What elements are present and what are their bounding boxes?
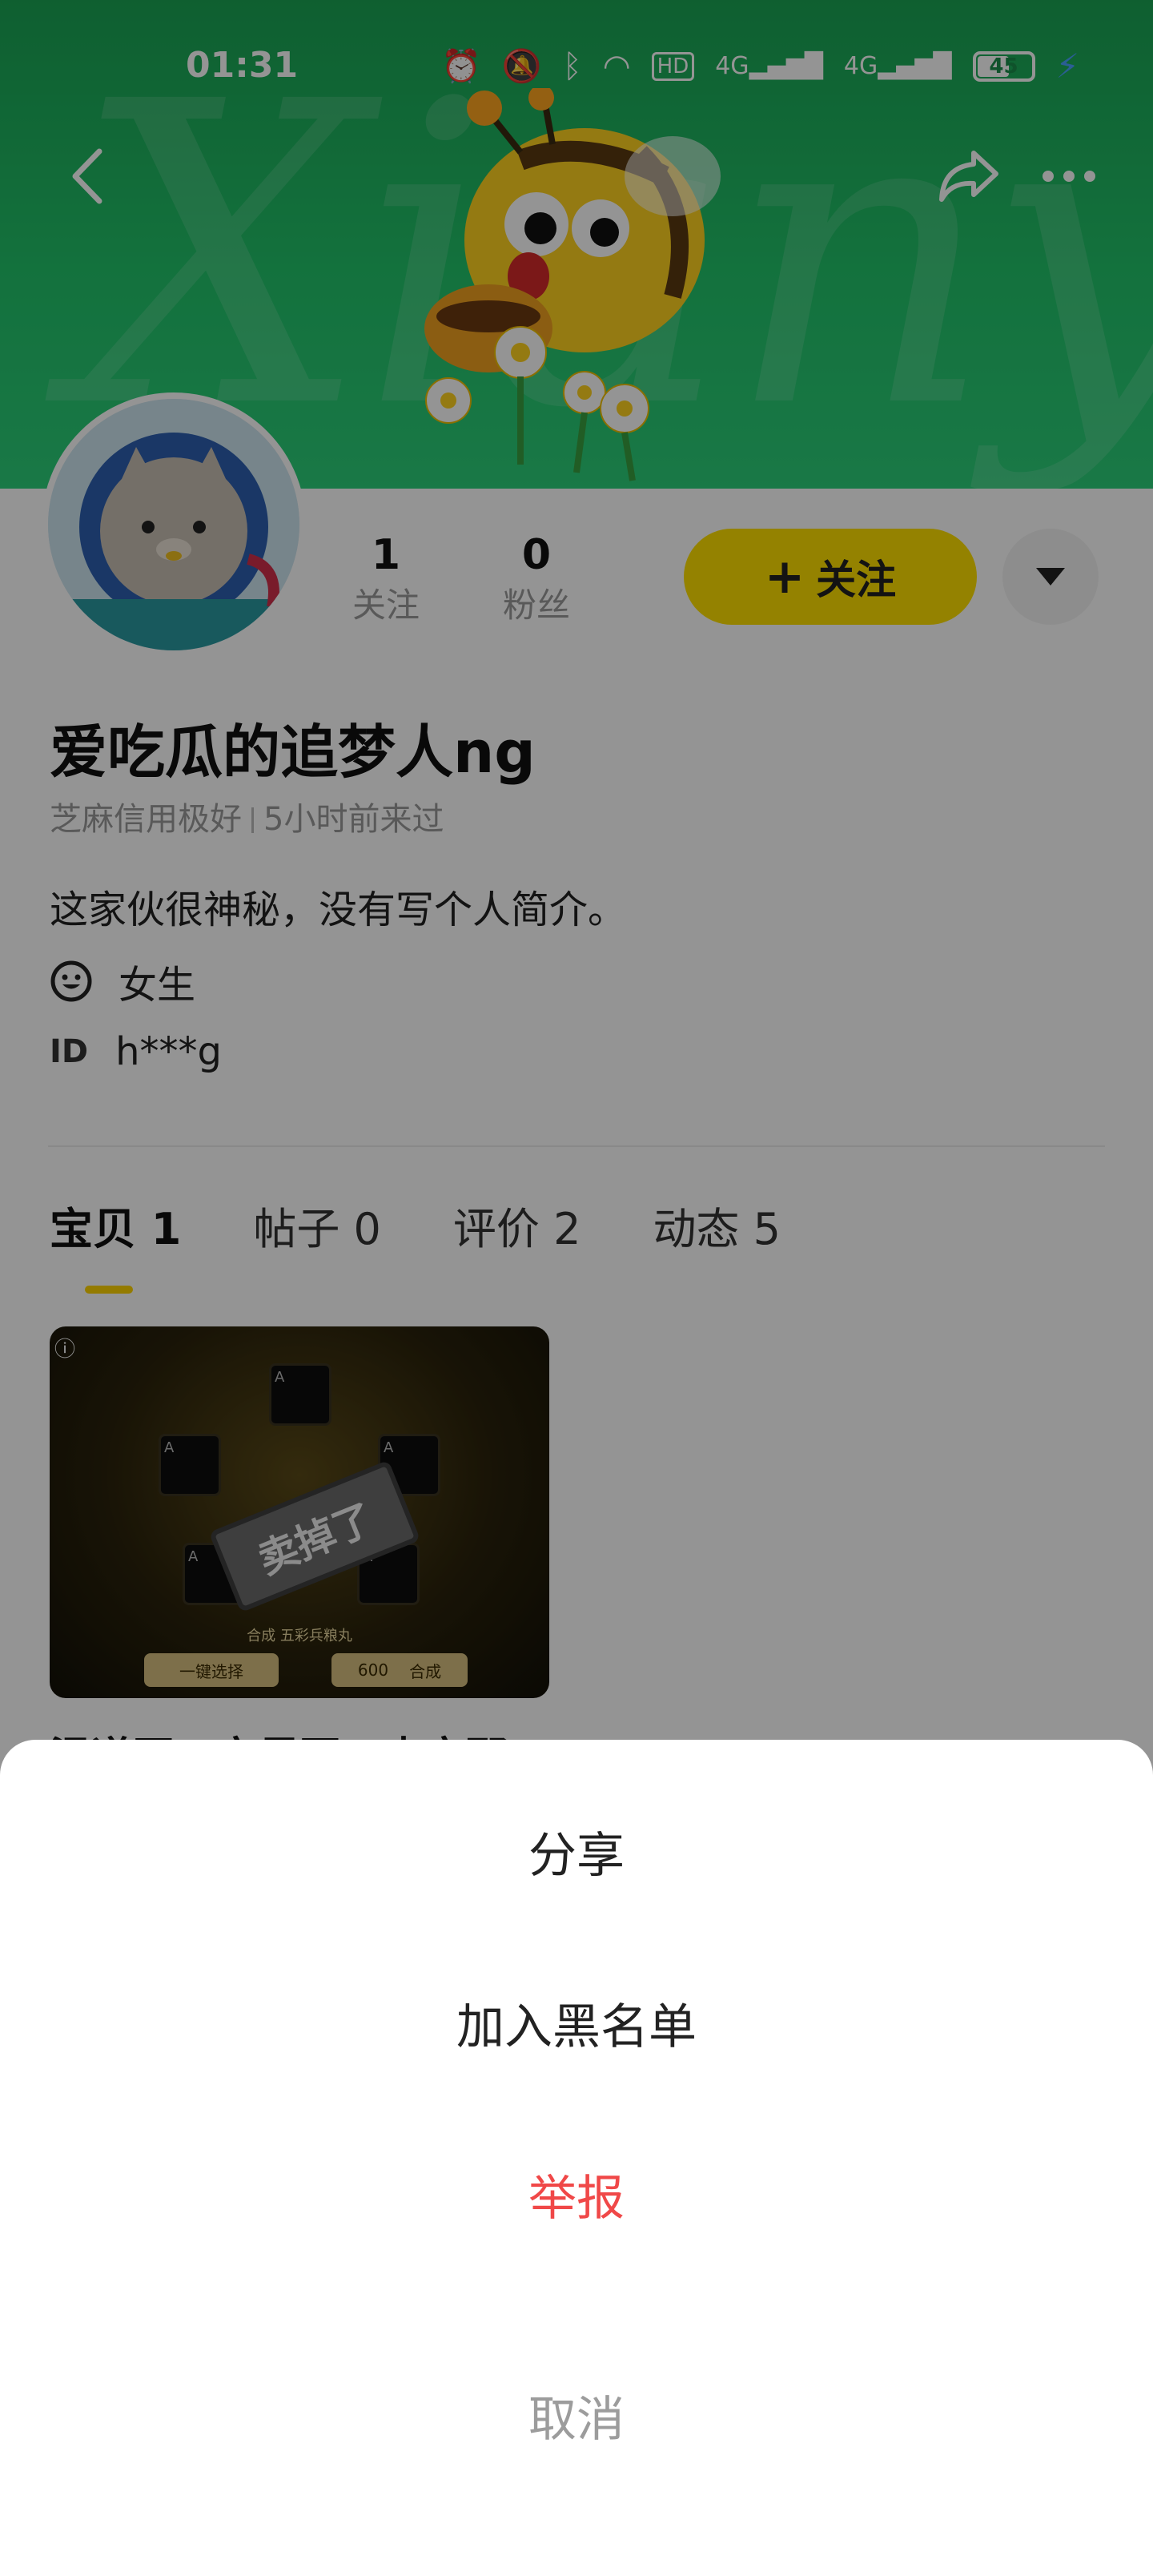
cancel-option[interactable]: 取消 (0, 2381, 1153, 2450)
blacklist-option[interactable]: 加入黑名单 (0, 1988, 1153, 2058)
report-option[interactable]: 举报 (0, 2159, 1153, 2229)
share-option[interactable]: 分享 (0, 1817, 1153, 1886)
action-sheet: 分享 加入黑名单 举报 取消 (0, 1740, 1153, 2576)
